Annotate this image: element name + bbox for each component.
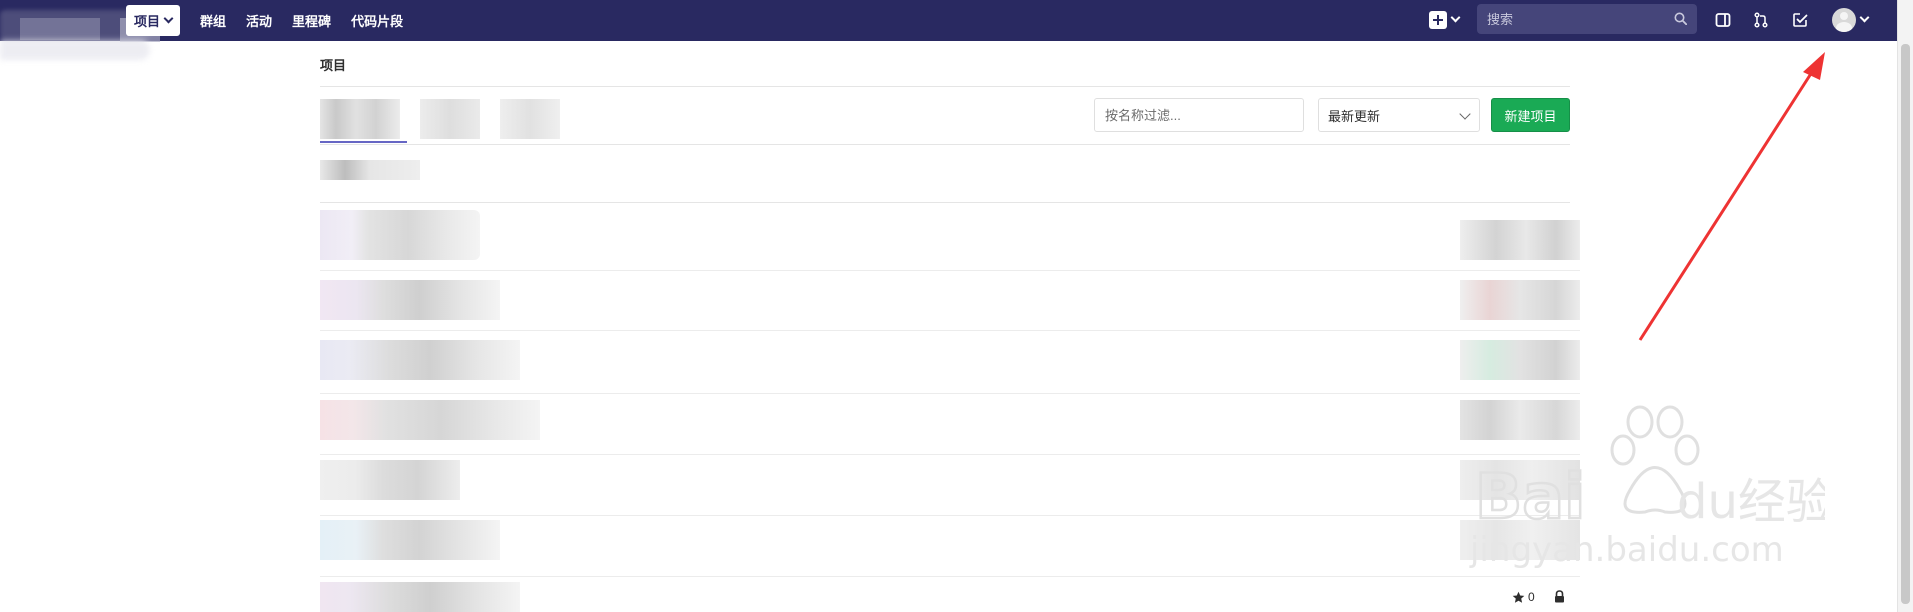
page-title: 项目 bbox=[320, 58, 347, 73]
search-input[interactable] bbox=[1477, 4, 1667, 34]
watermark-brand-text-2: du经验 bbox=[1677, 474, 1825, 530]
search-icon[interactable] bbox=[1674, 12, 1687, 25]
nav-link-snippets[interactable]: 代码片段 bbox=[351, 5, 403, 36]
row-divider bbox=[320, 393, 1580, 394]
list-item[interactable] bbox=[320, 400, 540, 440]
list-item[interactable] bbox=[320, 280, 500, 320]
row-divider bbox=[320, 454, 1580, 455]
nav-link-activity[interactable]: 活动 bbox=[246, 5, 272, 36]
list-item[interactable] bbox=[320, 210, 480, 260]
lock-icon bbox=[1555, 590, 1564, 603]
list-item-meta bbox=[1460, 280, 1580, 320]
chevron-down-icon[interactable] bbox=[1859, 12, 1870, 23]
nav-links: 项目 群组 活动 里程碑 代码片段 bbox=[126, 4, 423, 37]
tab-blurred-2[interactable] bbox=[420, 99, 480, 139]
chevron-down-icon[interactable] bbox=[1450, 12, 1461, 23]
nav-link-projects[interactable]: 项目 bbox=[126, 5, 181, 36]
active-tab-underline bbox=[320, 141, 407, 143]
nav-link-milestones[interactable]: 里程碑 bbox=[292, 5, 331, 36]
page-scrollbar[interactable] bbox=[1897, 0, 1913, 612]
list-item-meta bbox=[1460, 340, 1580, 380]
plus-icon[interactable] bbox=[1429, 11, 1447, 29]
sidebar-toggle-icon[interactable] bbox=[1714, 11, 1732, 29]
star-count: 0 bbox=[1512, 590, 1535, 604]
list-item[interactable] bbox=[320, 520, 500, 560]
row-divider bbox=[320, 515, 1580, 516]
top-navbar: 项目 群组 活动 里程碑 代码片段 bbox=[0, 0, 1913, 60]
sort-select[interactable]: 最新更新 bbox=[1318, 98, 1480, 132]
chevron-down-icon bbox=[1459, 108, 1471, 120]
chevron-down-icon bbox=[163, 13, 174, 24]
watermark-brand-text: Bai bbox=[1475, 460, 1585, 533]
nav-link-groups[interactable]: 群组 bbox=[200, 5, 226, 36]
list-divider bbox=[320, 202, 1570, 203]
row-divider bbox=[320, 576, 1580, 577]
tabs-divider bbox=[320, 144, 1570, 145]
search-box[interactable] bbox=[1477, 4, 1697, 34]
user-avatar-icon[interactable] bbox=[1832, 8, 1856, 32]
tab-blurred-1[interactable] bbox=[320, 99, 400, 139]
blurred-subheader bbox=[320, 160, 420, 180]
row-divider bbox=[320, 270, 1580, 271]
list-item[interactable] bbox=[320, 340, 520, 380]
watermark-url: jingyan.baidu.com bbox=[1470, 530, 1784, 570]
star-icon bbox=[1512, 591, 1525, 603]
row-divider bbox=[320, 330, 1580, 331]
tab-blurred-3[interactable] bbox=[500, 99, 560, 139]
list-item-meta bbox=[1460, 220, 1580, 260]
list-item[interactable] bbox=[320, 460, 460, 500]
list-item[interactable] bbox=[320, 582, 520, 612]
filter-by-name-input[interactable] bbox=[1094, 98, 1304, 132]
merge-request-icon[interactable] bbox=[1752, 11, 1770, 29]
new-project-button[interactable]: 新建项目 bbox=[1491, 98, 1570, 132]
todo-check-icon[interactable] bbox=[1791, 11, 1809, 29]
sort-selected-label: 最新更新 bbox=[1328, 108, 1381, 124]
title-divider bbox=[320, 86, 1570, 87]
scrollbar-thumb[interactable] bbox=[1901, 44, 1910, 604]
